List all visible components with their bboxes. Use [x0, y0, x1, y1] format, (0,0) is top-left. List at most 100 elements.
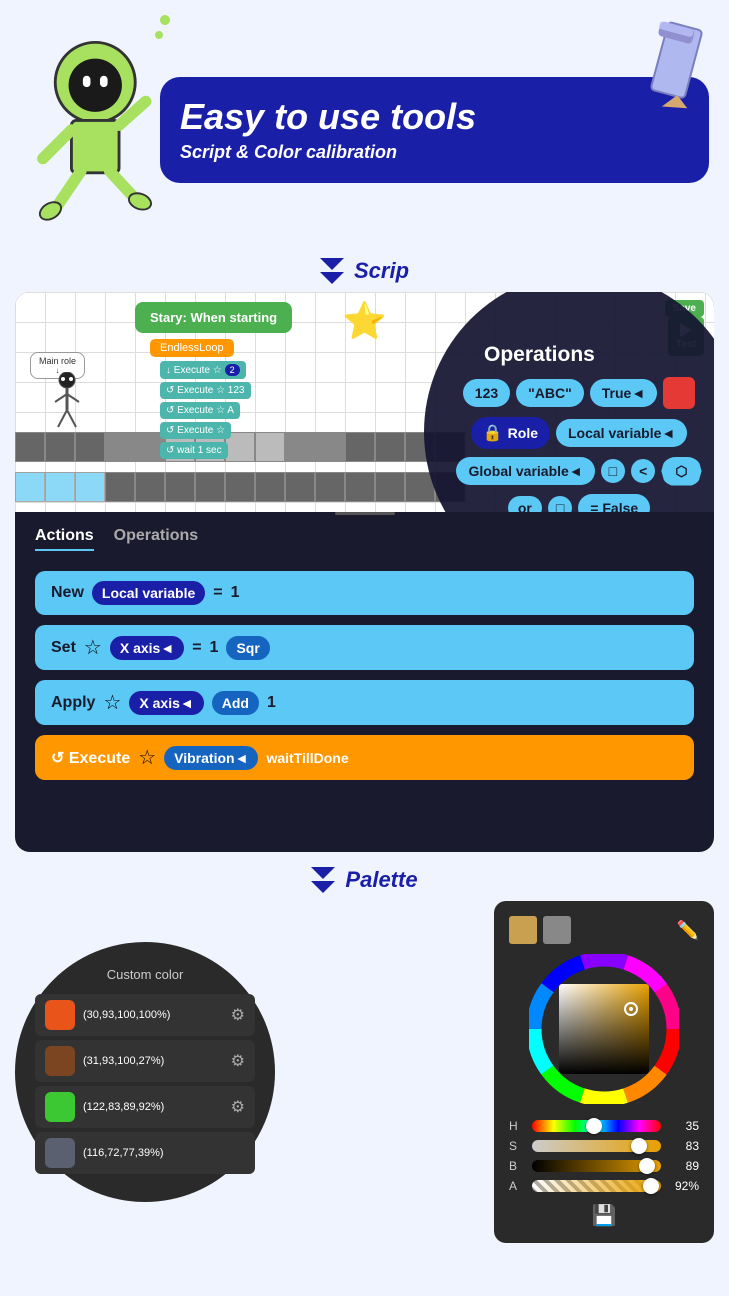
tile: [45, 432, 75, 462]
set-star: ☆: [84, 635, 102, 660]
ops-row-4: or □ = False: [508, 494, 650, 513]
eq-text: =: [213, 584, 222, 602]
tile: [15, 432, 45, 462]
a-slider[interactable]: [532, 1180, 661, 1192]
game-area: Save Test ⭐ Main role ↓: [15, 292, 714, 512]
h-slider[interactable]: [532, 1120, 661, 1132]
a-slider-row: A 92%: [509, 1179, 699, 1193]
exec-prefix: ↺ Execute: [51, 748, 130, 768]
apply-x-axis-chip[interactable]: X axis◄: [129, 691, 203, 715]
exec-btn-2[interactable]: ↺ Execute ☆ 123: [160, 382, 251, 399]
one-text: 1: [231, 584, 240, 602]
op-or[interactable]: or: [508, 496, 542, 513]
op-global-var[interactable]: Global variable◄: [456, 457, 594, 485]
op-abc[interactable]: "ABC": [516, 379, 584, 407]
gear-icon-1[interactable]: ⚙: [231, 1005, 245, 1025]
color-row-4: (116,72,77,39%): [35, 1132, 255, 1174]
s-thumb[interactable]: [631, 1138, 647, 1154]
color-label-4: (116,72,77,39%): [83, 1147, 245, 1159]
h-thumb[interactable]: [586, 1118, 602, 1134]
s-slider[interactable]: [532, 1140, 661, 1152]
arrow1: [320, 258, 344, 270]
color-swatch-3: [45, 1092, 75, 1122]
arr2: [311, 881, 335, 893]
ops-row-2: 🔒 Role Local variable◄: [471, 417, 688, 449]
a-label: A: [509, 1179, 524, 1193]
action-apply[interactable]: Apply ☆ X axis◄ Add 1: [35, 680, 694, 725]
x-axis-chip[interactable]: X axis◄: [110, 636, 184, 660]
tile: [45, 472, 75, 502]
local-var-chip[interactable]: Local variable: [92, 581, 205, 605]
palette-arrow: [311, 867, 335, 893]
set-num: 1: [210, 639, 219, 657]
title-box: Easy to use tools Script & Color calibra…: [160, 77, 709, 184]
palette-section: Custom color (30,93,100,100%) ⚙ (31,93,1…: [0, 901, 729, 1263]
new-var-text: New: [51, 584, 84, 602]
color-row-2: (31,93,100,27%) ⚙: [35, 1040, 255, 1082]
action-new-var[interactable]: New Local variable = 1: [35, 571, 694, 615]
color-label-1: (30,93,100,100%): [83, 1009, 223, 1021]
op-role[interactable]: 🔒 Role: [471, 417, 550, 449]
eyedropper-button[interactable]: ✏️: [677, 920, 699, 941]
color-swatch-4: [45, 1138, 75, 1168]
op-local-var[interactable]: Local variable◄: [556, 419, 687, 447]
exec-btn-5[interactable]: ↺ wait 1 sec: [160, 442, 228, 459]
color-square-2[interactable]: [543, 916, 571, 944]
exec-star: ☆: [138, 745, 156, 770]
op-hex[interactable]: ⬡: [661, 457, 701, 486]
add-chip[interactable]: Add: [212, 691, 259, 715]
ops-row-1: 123 "ABC" True◄: [463, 377, 695, 409]
script-container: Save Test ⭐ Main role ↓: [15, 292, 714, 852]
sub-title: Script & Color calibration: [180, 142, 684, 163]
color-square-1[interactable]: [509, 916, 537, 944]
custom-color-title: Custom color: [107, 967, 184, 982]
action-execute[interactable]: ↺ Execute ☆ Vibration◄ waitTillDone: [35, 735, 694, 780]
color-swatch-2: [45, 1046, 75, 1076]
op-less[interactable]: <: [631, 459, 655, 483]
a-thumb[interactable]: [643, 1178, 659, 1194]
arr1: [311, 867, 335, 879]
loop-block[interactable]: EndlessLoop: [150, 339, 234, 357]
main-role-text: Main role: [39, 356, 76, 366]
op-box1[interactable]: □: [601, 459, 625, 483]
save-icon[interactable]: 💾: [592, 1205, 617, 1227]
script-section-label: Scrip: [0, 258, 729, 284]
exec-btn-1[interactable]: ↓ Execute ☆ 2: [160, 361, 246, 379]
b-slider[interactable]: [532, 1160, 661, 1172]
b-label: B: [509, 1159, 524, 1173]
b-thumb[interactable]: [639, 1158, 655, 1174]
picker-top-row: ✏️: [509, 916, 699, 944]
op-box2[interactable]: □: [548, 496, 572, 513]
set-text: Set: [51, 639, 76, 657]
a-value: 92%: [669, 1179, 699, 1193]
save-icon-row: 💾: [509, 1203, 699, 1228]
script-wrapper: Save Test ⭐ Main role ↓: [0, 292, 729, 852]
palette-label: Palette: [345, 867, 417, 893]
character: [20, 30, 180, 230]
tabs-bar: Actions Operations: [15, 515, 714, 559]
sqr-chip[interactable]: Sqr: [226, 636, 269, 660]
custom-color-panel: Custom color (30,93,100,100%) ⚙ (31,93,1…: [15, 942, 275, 1202]
tab-actions[interactable]: Actions: [35, 527, 94, 551]
color-row-1: (30,93,100,100%) ⚙: [35, 994, 255, 1036]
gear-icon-2[interactable]: ⚙: [231, 1051, 245, 1071]
gear-icon-3[interactable]: ⚙: [231, 1097, 245, 1117]
color-label-3: (122,83,89,92%): [83, 1101, 223, 1113]
exec-btn-4[interactable]: ↺ Execute ☆: [160, 422, 231, 439]
exec-btn-3[interactable]: ↺ Execute ☆ A: [160, 402, 240, 419]
h-label: H: [509, 1119, 524, 1133]
op-true[interactable]: True◄: [590, 379, 657, 407]
wait-till-done: waitTillDone: [266, 750, 348, 766]
tile: [75, 472, 105, 502]
s-slider-row: S 83: [509, 1139, 699, 1153]
op-eq-false[interactable]: = False: [578, 494, 650, 513]
start-block[interactable]: Stary: When starting: [135, 302, 292, 333]
b-value: 89: [669, 1159, 699, 1173]
op-123[interactable]: 123: [463, 379, 510, 407]
op-color-red[interactable]: [663, 377, 695, 409]
vibration-chip[interactable]: Vibration◄: [164, 746, 258, 770]
palette-section-label: Palette: [0, 867, 729, 893]
action-set[interactable]: Set ☆ X axis◄ = 1 Sqr: [35, 625, 694, 670]
operations-title: Operations: [484, 343, 595, 367]
tab-operations[interactable]: Operations: [114, 527, 198, 551]
